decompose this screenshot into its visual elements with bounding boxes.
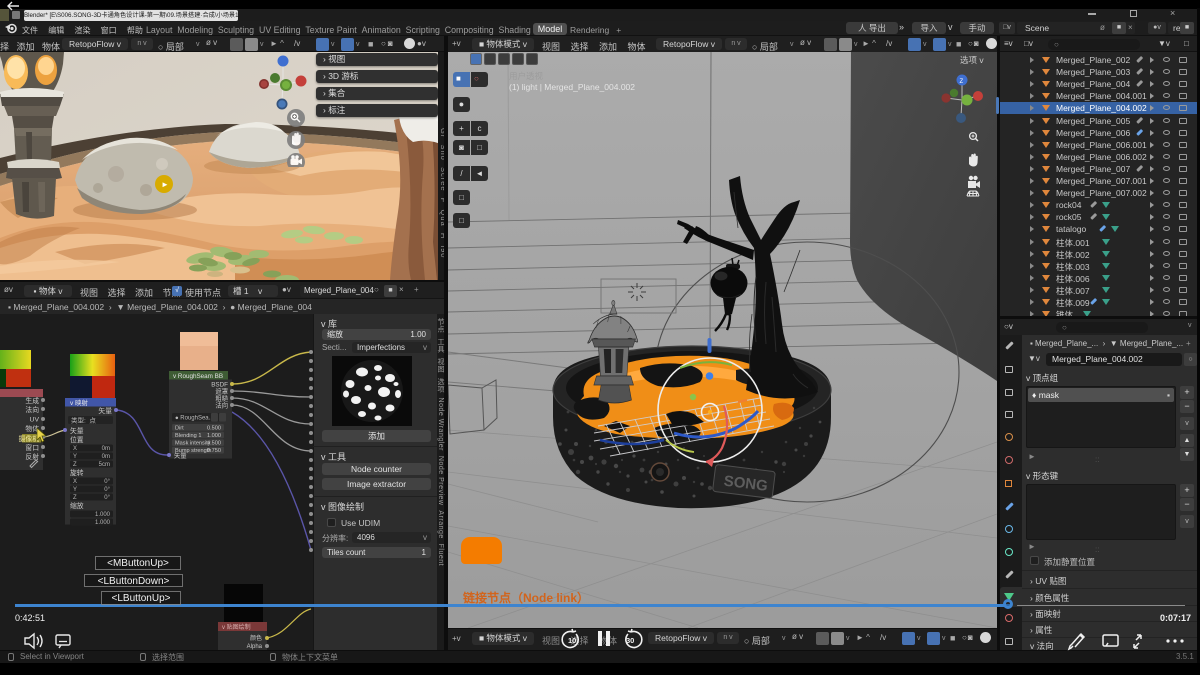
- svg-text:法向: 法向: [215, 401, 228, 410]
- svg-text:1.000: 1.000: [95, 512, 111, 518]
- svg-text:5cm: 5cm: [99, 462, 110, 468]
- svg-text:矢量: 矢量: [98, 406, 112, 415]
- svg-text:法向: 法向: [25, 405, 39, 414]
- svg-text:矢量: 矢量: [174, 451, 187, 460]
- svg-text:v 贴图绘制: v 贴图绘制: [222, 623, 251, 631]
- svg-text:缩放: 缩放: [70, 501, 84, 510]
- svg-text:颜色: 颜色: [250, 634, 262, 642]
- svg-text:0m: 0m: [102, 446, 110, 452]
- svg-text:30: 30: [626, 636, 634, 645]
- svg-text:v 映射: v 映射: [70, 398, 89, 407]
- svg-text:BSDF: BSDF: [211, 382, 228, 389]
- svg-text:1.000: 1.000: [207, 433, 221, 439]
- svg-text:0°: 0°: [104, 495, 110, 501]
- svg-text:Y: Y: [73, 454, 77, 460]
- svg-text:1.000: 1.000: [95, 520, 111, 526]
- svg-text:生成: 生成: [25, 396, 39, 405]
- svg-text:矢量: 矢量: [70, 426, 84, 435]
- svg-text:摄像机: 摄像机: [19, 434, 40, 443]
- svg-text:位置: 位置: [70, 435, 84, 444]
- svg-text:X: X: [73, 479, 77, 485]
- svg-text:v RoughSeam BB: v RoughSeam BB: [173, 373, 223, 380]
- svg-text:类型: 点: 类型: 点: [71, 416, 96, 425]
- svg-text:● RoughSea...: ● RoughSea...: [175, 416, 214, 422]
- svg-text:10: 10: [568, 636, 576, 645]
- svg-text:0m: 0m: [102, 454, 110, 460]
- svg-text:Z: Z: [73, 495, 77, 501]
- svg-text:X: X: [73, 446, 77, 452]
- svg-text:0°: 0°: [104, 479, 110, 485]
- svg-text:反射: 反射: [25, 452, 39, 461]
- svg-text:粗糙: 粗糙: [215, 394, 228, 403]
- svg-text:旋转: 旋转: [70, 468, 84, 477]
- svg-text:UV: UV: [30, 417, 40, 424]
- svg-text:0°: 0°: [104, 487, 110, 493]
- svg-text:Dirt: Dirt: [175, 425, 184, 431]
- svg-text:Blending 1: Blending 1: [175, 433, 201, 439]
- svg-text:窗口: 窗口: [25, 443, 39, 452]
- svg-text:4.500: 4.500: [207, 441, 221, 447]
- svg-text:遮罩: 遮罩: [215, 387, 228, 396]
- svg-text:0.750: 0.750: [207, 448, 221, 454]
- svg-text:Y: Y: [73, 487, 77, 493]
- svg-text:Mask intensity: Mask intensity: [175, 441, 211, 447]
- svg-text:0.500: 0.500: [207, 425, 221, 431]
- svg-text:Z: Z: [960, 79, 964, 85]
- svg-text:Z: Z: [73, 462, 77, 468]
